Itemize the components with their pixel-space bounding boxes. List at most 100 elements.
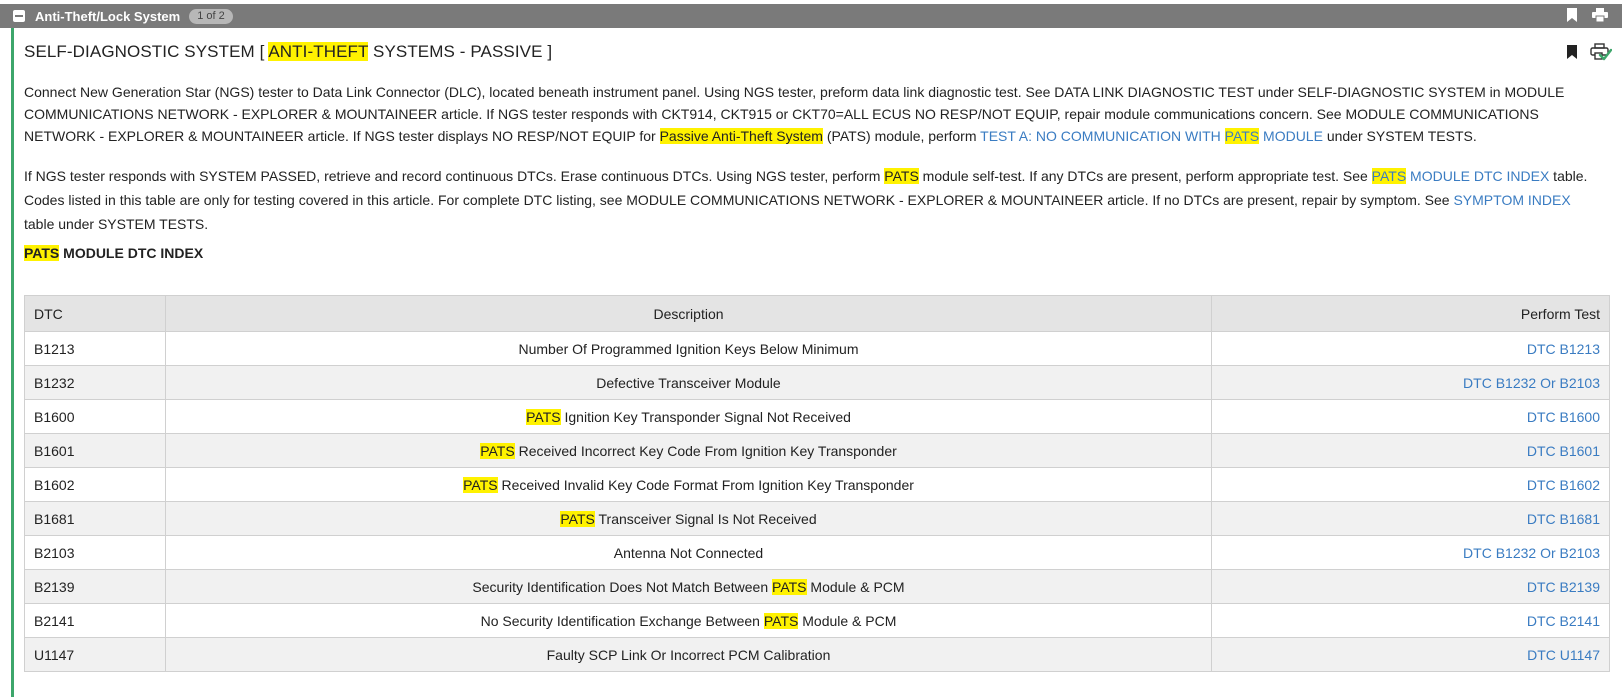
highlight-term: PATS bbox=[772, 578, 807, 595]
description-text: Module & PCM bbox=[798, 612, 897, 629]
description-text: Ignition Key Transponder Signal Not Rece… bbox=[560, 408, 851, 425]
title-prefix: SELF-DIAGNOSTIC SYSTEM [ bbox=[24, 42, 269, 61]
dtc-index-link[interactable]: PATS MODULE DTC INDEX bbox=[1371, 168, 1550, 184]
dtc-index-table: DTC Description Perform Test B1213 Number… bbox=[24, 295, 1610, 672]
dtc-description: Faulty SCP Link Or Incorrect PCM Calibra… bbox=[165, 637, 1212, 672]
instructions-paragraph: If NGS tester responds with SYSTEM PASSE… bbox=[24, 164, 1594, 236]
table-title: PATS MODULE DTC INDEX bbox=[24, 245, 203, 261]
table-row: B2141 No Security Identification Exchange… bbox=[24, 603, 1610, 638]
text-run: under SYSTEM TESTS. bbox=[1322, 128, 1477, 144]
table-row: B1602 PATS Received Invalid Key Code Form… bbox=[24, 467, 1610, 502]
intro-paragraph: Connect New Generation Star (NGS) tester… bbox=[24, 81, 1594, 147]
highlight-term: PATS bbox=[1371, 168, 1407, 184]
dtc-description: Security Identification Does Not Match B… bbox=[165, 569, 1212, 604]
highlight-term: PATS bbox=[1224, 128, 1260, 144]
dtc-description: No Security Identification Exchange Betw… bbox=[165, 603, 1212, 638]
symptom-index-link[interactable]: SYMPTOM INDEX bbox=[1453, 192, 1570, 208]
perform-test-cell: DTC B2141 bbox=[1211, 603, 1610, 638]
table-header-row: DTC Description Perform Test bbox=[24, 295, 1610, 332]
description-text: Defective Transceiver Module bbox=[596, 374, 781, 391]
table-row: B1681 PATS Transceiver Signal Is Not Rece… bbox=[24, 501, 1610, 536]
description-text: Module & PCM bbox=[806, 578, 905, 595]
page-title: SELF-DIAGNOSTIC SYSTEM [ ANTI-THEFT SYST… bbox=[24, 42, 552, 62]
dtc-description: PATS Transceiver Signal Is Not Received bbox=[165, 501, 1212, 536]
perform-test-link[interactable]: DTC B1600 bbox=[1527, 409, 1600, 425]
perform-test-link[interactable]: DTC B1232 Or B2103 bbox=[1463, 375, 1600, 391]
description-text: Faulty SCP Link Or Incorrect PCM Calibra… bbox=[546, 646, 831, 663]
dtc-description: Defective Transceiver Module bbox=[165, 365, 1212, 400]
table-row: B1600 PATS Ignition Key Transponder Signa… bbox=[24, 399, 1610, 434]
perform-test-link[interactable]: DTC B2141 bbox=[1527, 613, 1600, 629]
table-row: B1232 Defective Transceiver Module DTC B12… bbox=[24, 365, 1610, 400]
dtc-description: PATS Received Incorrect Key Code From Ig… bbox=[165, 433, 1212, 468]
perform-test-cell: DTC B1601 bbox=[1211, 433, 1610, 468]
text-run: module self-test. If any DTCs are presen… bbox=[918, 168, 1372, 184]
text-run: table under SYSTEM TESTS. bbox=[24, 216, 209, 232]
table-title-text: MODULE DTC INDEX bbox=[59, 245, 204, 261]
print-icon[interactable] bbox=[1592, 8, 1608, 22]
highlight-term: Passive Anti-Theft System bbox=[659, 128, 823, 144]
dtc-code: B1600 bbox=[24, 399, 166, 434]
dtc-description: PATS Received Invalid Key Code Format Fr… bbox=[165, 467, 1212, 502]
perform-test-link[interactable]: DTC B1232 Or B2103 bbox=[1463, 545, 1600, 561]
dtc-description: PATS Ignition Key Transponder Signal Not… bbox=[165, 399, 1212, 434]
perform-test-link[interactable]: DTC B1601 bbox=[1527, 443, 1600, 459]
perform-test-cell: DTC B1681 bbox=[1211, 501, 1610, 536]
page-indicator-badge: 1 of 2 bbox=[189, 8, 233, 24]
dtc-description: Number Of Programmed Ignition Keys Below… bbox=[165, 331, 1212, 366]
perform-test-link[interactable]: DTC U1147 bbox=[1527, 647, 1600, 663]
bookmark-icon[interactable] bbox=[1566, 45, 1578, 62]
highlight-term: PATS bbox=[763, 612, 799, 629]
title-highlight: ANTI-THEFT bbox=[268, 42, 369, 61]
perform-test-cell: DTC B1602 bbox=[1211, 467, 1610, 502]
table-row: B2139 Security Identification Does Not Ma… bbox=[24, 569, 1610, 604]
description-text: Transceiver Signal Is Not Received bbox=[594, 510, 817, 527]
link-text: TEST A: NO COMMUNICATION WITH bbox=[980, 128, 1225, 144]
description-text: No Security Identification Exchange Betw… bbox=[480, 612, 764, 629]
perform-test-link[interactable]: DTC B1213 bbox=[1527, 341, 1600, 357]
table-row: B1601 PATS Received Incorrect Key Code Fr… bbox=[24, 433, 1610, 468]
test-a-link[interactable]: TEST A: NO COMMUNICATION WITH PATS MODUL… bbox=[980, 128, 1323, 144]
section-title: Anti-Theft/Lock System bbox=[35, 8, 181, 24]
table-row: U1147 Faulty SCP Link Or Incorrect PCM Ca… bbox=[24, 637, 1610, 672]
section-rail bbox=[11, 28, 14, 697]
perform-test-cell: DTC B1232 Or B2103 bbox=[1211, 535, 1610, 570]
highlight-term: PATS bbox=[560, 510, 595, 527]
perform-test-link[interactable]: DTC B2139 bbox=[1527, 579, 1600, 595]
dtc-code: B1232 bbox=[24, 365, 166, 400]
highlight-term: PATS bbox=[463, 476, 498, 493]
article-content: SELF-DIAGNOSTIC SYSTEM [ ANTI-THEFT SYST… bbox=[24, 28, 1614, 672]
perform-test-cell: DTC B1232 Or B2103 bbox=[1211, 365, 1610, 400]
perform-test-link[interactable]: DTC B1681 bbox=[1527, 511, 1600, 527]
highlight-term: PATS bbox=[480, 442, 515, 459]
dtc-code: B1213 bbox=[24, 331, 166, 366]
description-text: Security Identification Does Not Match B… bbox=[472, 578, 773, 595]
text-run: If NGS tester responds with SYSTEM PASSE… bbox=[24, 168, 885, 184]
highlight-term: PATS bbox=[24, 245, 60, 261]
perform-test-link[interactable]: DTC B1602 bbox=[1527, 477, 1600, 493]
column-header-description: Description bbox=[165, 295, 1212, 332]
table-row: B2103 Antenna Not Connected DTC B1232 Or B… bbox=[24, 535, 1610, 570]
perform-test-cell: DTC B1600 bbox=[1211, 399, 1610, 434]
link-text: MODULE DTC INDEX bbox=[1406, 168, 1550, 184]
description-text: Number Of Programmed Ignition Keys Below… bbox=[518, 340, 859, 357]
column-header-perform-test: Perform Test bbox=[1211, 295, 1610, 332]
description-text: Received Incorrect Key Code From Ignitio… bbox=[514, 442, 897, 459]
description-text: Antenna Not Connected bbox=[613, 544, 764, 561]
dtc-code: B1601 bbox=[24, 433, 166, 468]
title-suffix: SYSTEMS - PASSIVE ] bbox=[368, 42, 553, 61]
dtc-code: B1681 bbox=[24, 501, 166, 536]
collapse-icon[interactable] bbox=[13, 10, 25, 22]
print-check-icon[interactable] bbox=[1590, 43, 1613, 64]
column-header-dtc: DTC bbox=[24, 295, 166, 332]
dtc-code: U1147 bbox=[24, 637, 166, 672]
dtc-code: B1602 bbox=[24, 467, 166, 502]
dtc-code: B2103 bbox=[24, 535, 166, 570]
dtc-description: Antenna Not Connected bbox=[165, 535, 1212, 570]
dtc-code: B2141 bbox=[24, 603, 166, 638]
dtc-code: B2139 bbox=[24, 569, 166, 604]
section-header-bar: Anti-Theft/Lock System 1 of 2 bbox=[0, 4, 1622, 28]
text-run: (PATS) module, perform bbox=[822, 128, 981, 144]
link-text: MODULE bbox=[1259, 128, 1323, 144]
bookmark-icon[interactable] bbox=[1566, 8, 1578, 22]
